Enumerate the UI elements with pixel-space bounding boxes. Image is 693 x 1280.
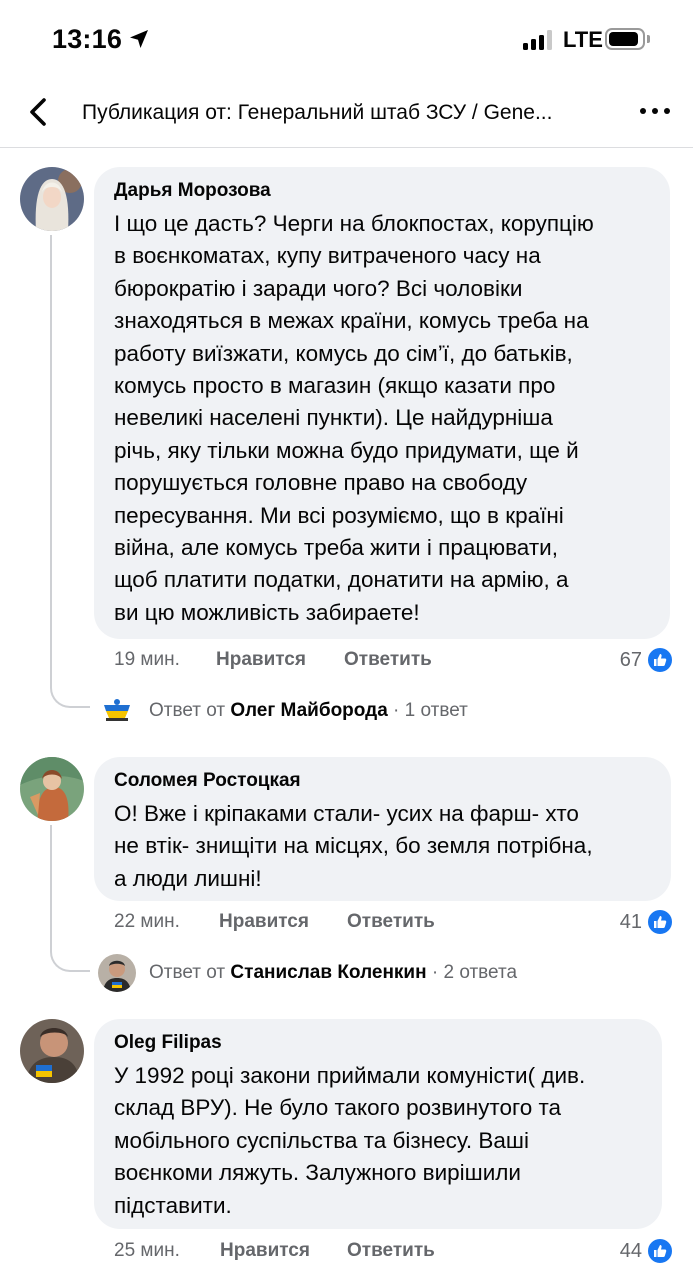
- comment-bubble[interactable]: Дарья Морозова І що це дасть? Черги на б…: [94, 167, 670, 639]
- page-title: Публикация от: Генеральний штаб ЗСУ / Ge…: [82, 101, 553, 124]
- comment-time[interactable]: 22 мин.: [114, 910, 180, 934]
- like-button[interactable]: Нравится: [220, 1239, 310, 1263]
- reply-button[interactable]: Ответить: [344, 648, 432, 672]
- like-button[interactable]: Нравится: [219, 910, 309, 934]
- reply-prefix: Ответ от: [149, 700, 226, 721]
- reply-author: Олег Майборода: [230, 700, 388, 721]
- status-bar: 13:16 LTE: [0, 0, 693, 80]
- avatar[interactable]: [20, 167, 84, 231]
- comment-actions: 22 мин. Нравится Ответить: [114, 910, 474, 934]
- network-type: LTE: [563, 27, 603, 52]
- comment-bubble[interactable]: Oleg Filipas У 1992 році закони приймали…: [94, 1019, 662, 1229]
- back-arrow-icon[interactable]: [24, 95, 54, 129]
- post-header: Публикация от: Генеральний штаб ЗСУ / Ge…: [0, 80, 693, 148]
- comment-author[interactable]: Oleg Filipas: [114, 1031, 642, 1055]
- view-replies-link[interactable]: Ответ от Станислав Коленкин · 2 ответа: [149, 960, 517, 986]
- comment-text: О! Вже і кріпаками стали- усих на фарш- …: [114, 801, 593, 891]
- like-count: 41: [619, 911, 642, 933]
- location-arrow-icon: [130, 30, 148, 48]
- comment-actions: 19 мин. Нравится Ответить: [114, 648, 474, 672]
- view-replies-link[interactable]: Ответ от Олег Майборода · 1 ответ: [149, 698, 468, 724]
- thread-line: [50, 235, 90, 708]
- signal-icon: [523, 30, 553, 50]
- reaction-count[interactable]: 41: [574, 908, 674, 936]
- comment-text: У 1992 році закони приймали комуністи( д…: [114, 1063, 586, 1218]
- like-count: 44: [619, 1240, 642, 1262]
- thumbs-up-icon: [646, 1237, 674, 1265]
- reply-button[interactable]: Ответить: [347, 910, 435, 934]
- comment-author[interactable]: Дарья Морозова: [114, 179, 650, 203]
- status-time: 13:16: [52, 24, 123, 54]
- reply-avatar[interactable]: [98, 691, 136, 729]
- reply-button[interactable]: Ответить: [347, 1239, 435, 1263]
- avatar[interactable]: [20, 1019, 84, 1083]
- reply-count: · 1 ответ: [393, 700, 468, 721]
- thread-line: [50, 825, 90, 972]
- comment-actions: 25 мин. Нравится Ответить: [114, 1239, 474, 1263]
- reply-count: · 2 ответа: [431, 962, 518, 983]
- like-button[interactable]: Нравится: [216, 648, 306, 672]
- reply-avatar[interactable]: [98, 954, 136, 992]
- avatar[interactable]: [20, 757, 84, 821]
- comment-time[interactable]: 19 мин.: [114, 648, 180, 672]
- more-options-icon[interactable]: [640, 100, 672, 122]
- comment-bubble[interactable]: Соломея Ростоцкая О! Вже і кріпаками ста…: [94, 757, 671, 901]
- comment-author[interactable]: Соломея Ростоцкая: [114, 769, 651, 793]
- thumbs-up-icon: [646, 646, 674, 674]
- reply-prefix: Ответ от: [149, 962, 226, 983]
- reaction-count[interactable]: 67: [574, 646, 674, 674]
- comment-time[interactable]: 25 мин.: [114, 1239, 180, 1263]
- thumbs-up-icon: [646, 908, 674, 936]
- like-count: 67: [619, 649, 642, 671]
- reaction-count[interactable]: 44: [574, 1237, 674, 1265]
- comment-text: І що це дасть? Черги на блокпостах, кору…: [114, 211, 594, 625]
- reply-author: Станислав Коленкин: [230, 962, 427, 983]
- battery-icon: [605, 28, 645, 50]
